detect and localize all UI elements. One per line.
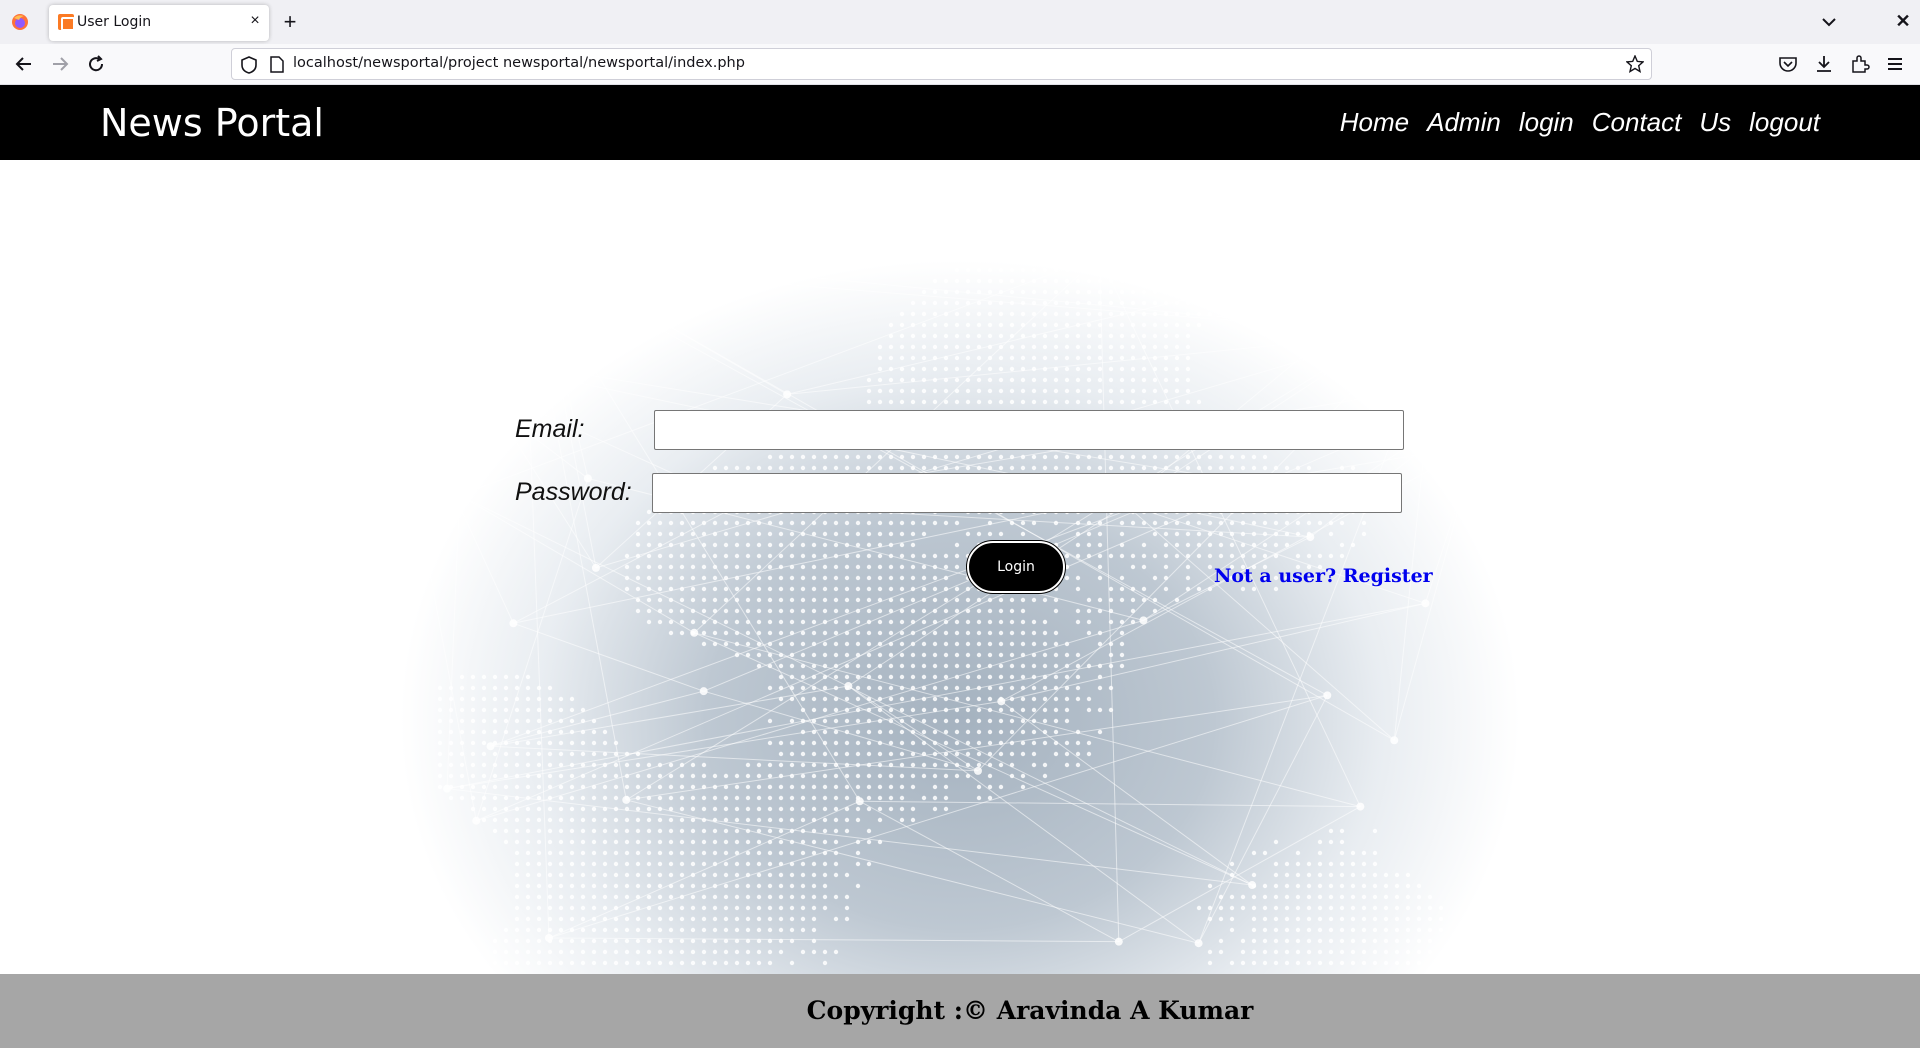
firefox-icon[interactable] xyxy=(10,12,30,32)
browser-tab-strip: User Login × + ✕ xyxy=(0,0,1920,44)
new-tab-icon[interactable]: + xyxy=(279,11,301,33)
globe-background-image xyxy=(379,168,1526,966)
browser-navigation-bar: localhost/newsportal/project newsportal/… xyxy=(0,44,1920,85)
shield-icon[interactable] xyxy=(241,56,257,74)
window-close-icon[interactable]: ✕ xyxy=(1892,10,1914,32)
forward-arrow-icon[interactable] xyxy=(48,52,72,76)
site-footer: Copyright :© Aravinda A Kumar xyxy=(0,974,1920,1048)
url-text[interactable]: localhost/newsportal/project newsportal/… xyxy=(293,55,745,71)
copyright-text: Copyright :© Aravinda A Kumar xyxy=(806,996,1254,1025)
back-arrow-icon[interactable] xyxy=(12,52,36,76)
nav-contact[interactable]: Contact xyxy=(1592,107,1682,138)
chevron-down-icon[interactable] xyxy=(1818,11,1840,33)
page-icon[interactable] xyxy=(270,56,284,73)
bookmark-star-icon[interactable] xyxy=(1626,55,1644,73)
register-link[interactable]: Not a user? Register xyxy=(1214,565,1433,587)
nav-home[interactable]: Home xyxy=(1340,107,1409,138)
password-label: Password: xyxy=(515,478,632,506)
browser-tab[interactable]: User Login × xyxy=(49,5,269,41)
email-label: Email: xyxy=(515,415,585,443)
download-icon[interactable] xyxy=(1813,53,1835,75)
nav-us[interactable]: Us xyxy=(1699,107,1731,138)
pocket-icon[interactable] xyxy=(1777,53,1799,75)
address-bar[interactable]: localhost/newsportal/project newsportal/… xyxy=(231,48,1652,80)
nav-admin[interactable]: Admin xyxy=(1427,107,1501,138)
nav-login[interactable]: login xyxy=(1519,107,1574,138)
login-button[interactable]: Login xyxy=(967,541,1065,593)
nav-logout[interactable]: logout xyxy=(1749,107,1820,138)
password-field[interactable] xyxy=(652,473,1402,513)
xampp-favicon-icon xyxy=(58,14,75,31)
tab-close-icon[interactable]: × xyxy=(245,11,265,31)
reload-icon[interactable] xyxy=(84,52,108,76)
tab-title: User Login xyxy=(77,14,152,30)
menu-icon[interactable] xyxy=(1884,53,1906,75)
main-menu: Home Admin login Contact Us logout xyxy=(1340,107,1820,138)
extensions-icon[interactable] xyxy=(1849,53,1871,75)
login-section: Email: Password: Login Not a user? Regis… xyxy=(0,160,1920,974)
email-field[interactable] xyxy=(654,410,1404,450)
site-header: News Portal Home Admin login Contact Us … xyxy=(0,85,1920,160)
site-brand[interactable]: News Portal xyxy=(100,101,324,145)
